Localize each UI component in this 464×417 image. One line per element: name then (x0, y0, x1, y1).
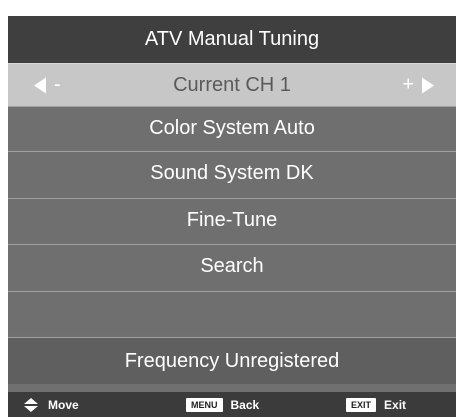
back-label: Back (230, 397, 260, 412)
move-hint: Move (24, 392, 79, 417)
up-down-arrows-icon (24, 397, 38, 412)
frequency-status: Frequency Unregistered (8, 337, 456, 384)
atv-manual-tuning-menu: ATV Manual Tuning - Current CH 1 + Color… (8, 16, 456, 417)
exit-hint: EXIT Exit (346, 392, 406, 417)
menu-item-label: Sound System DK (150, 161, 314, 184)
minus-symbol: - (54, 73, 61, 96)
plus-symbol: + (402, 73, 414, 96)
menu-item-sound-system[interactable]: Sound System DK (8, 151, 456, 194)
right-arrow-icon (422, 77, 434, 93)
status-text: Frequency Unregistered (124, 349, 340, 372)
menu-item-fine-tune[interactable]: Fine-Tune (8, 198, 456, 241)
menu-item-search[interactable]: Search (8, 244, 456, 287)
menu-item-label: Fine-Tune (186, 208, 278, 231)
back-hint: MENU Back (186, 392, 259, 417)
menu-title: ATV Manual Tuning (8, 16, 456, 63)
menu-item-label: Search (200, 254, 264, 277)
increase-control[interactable]: + (402, 74, 434, 97)
menu-item-label: Current CH 1 (173, 73, 291, 96)
exit-label: Exit (384, 397, 407, 412)
exit-key-icon: EXIT (346, 397, 377, 412)
move-label: Move (48, 397, 79, 412)
menu-item-label: Color System Auto (149, 116, 315, 139)
decrease-control[interactable]: - (34, 74, 61, 97)
left-arrow-icon (34, 77, 46, 93)
menu-item-color-system[interactable]: Color System Auto (8, 106, 456, 149)
menu-item-empty (8, 291, 456, 334)
menu-item-current-channel[interactable]: - Current CH 1 + (8, 63, 456, 106)
key-hint-bar: Move MENU Back EXIT Exit (8, 392, 456, 417)
menu-key-icon: MENU (186, 397, 223, 412)
